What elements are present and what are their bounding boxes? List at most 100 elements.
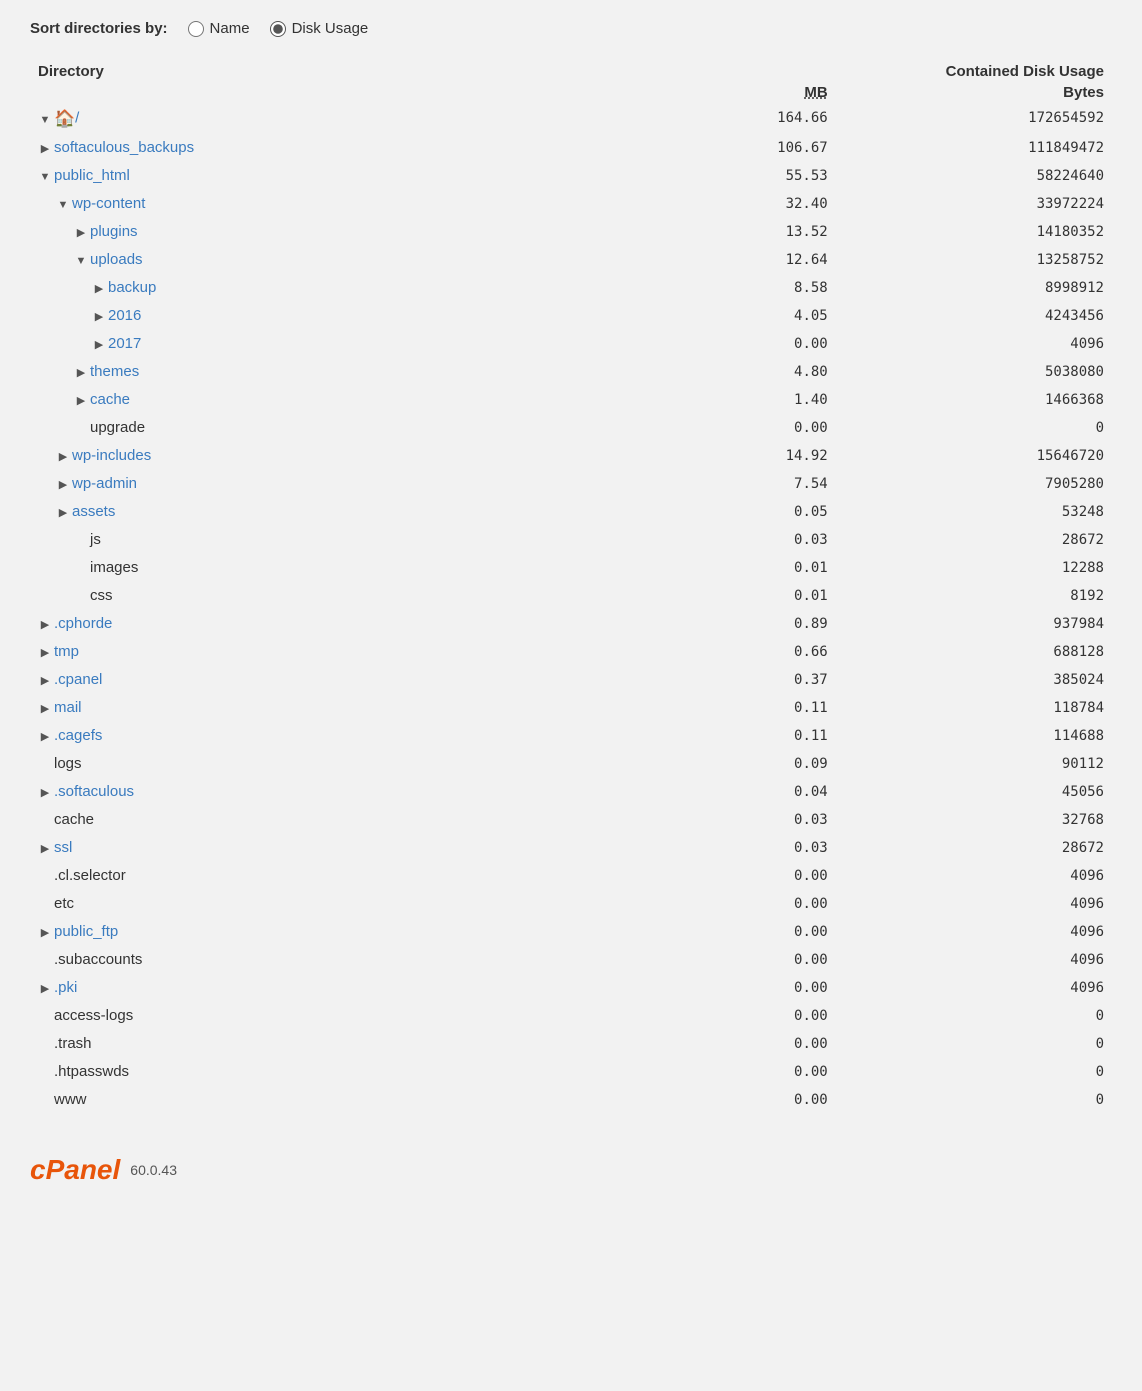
bytes-cell: 14180352 — [836, 218, 1112, 246]
dir-link[interactable]: softaculous_backups — [54, 139, 194, 156]
dir-cell: ▶.cphorde — [30, 610, 629, 638]
expand-right-icon[interactable]: ▶ — [92, 310, 106, 324]
dir-cell: upgrade — [30, 414, 629, 442]
dir-link[interactable]: ssl — [54, 839, 72, 856]
table-row: images0.0112288 — [30, 554, 1112, 582]
expand-right-icon[interactable]: ▶ — [56, 478, 70, 492]
expand-none — [38, 1006, 52, 1020]
dir-name: logs — [54, 755, 82, 772]
dir-link[interactable]: .cphorde — [54, 615, 112, 632]
mb-cell: 106.67 — [629, 134, 836, 162]
dir-link[interactable]: / — [75, 110, 79, 127]
expand-right-icon[interactable]: ▶ — [92, 282, 106, 296]
dir-link[interactable]: tmp — [54, 643, 79, 660]
table-row: ▼uploads12.6413258752 — [30, 246, 1112, 274]
expand-right-icon[interactable]: ▶ — [74, 226, 88, 240]
mb-cell: 0.00 — [629, 862, 836, 890]
dir-cell: ▶plugins — [30, 218, 629, 246]
dir-link[interactable]: backup — [108, 279, 156, 296]
bytes-cell: 0 — [836, 414, 1112, 442]
table-row: ▶tmp0.66688128 — [30, 638, 1112, 666]
dir-name: upgrade — [90, 419, 145, 436]
dir-cell: cache — [30, 806, 629, 834]
table-row: cache0.0332768 — [30, 806, 1112, 834]
bytes-cell: 45056 — [836, 778, 1112, 806]
dir-cell: .htpasswds — [30, 1058, 629, 1086]
dir-cell: ▶.cpanel — [30, 666, 629, 694]
dir-link[interactable]: .softaculous — [54, 783, 134, 800]
dir-link[interactable]: plugins — [90, 223, 138, 240]
table-row: ▶.cpanel0.37385024 — [30, 666, 1112, 694]
mb-cell: 0.00 — [629, 890, 836, 918]
table-row: ▼public_html55.5358224640 — [30, 162, 1112, 190]
expand-right-icon[interactable]: ▶ — [74, 394, 88, 408]
bytes-cell: 8192 — [836, 582, 1112, 610]
expand-down-icon[interactable]: ▼ — [74, 254, 88, 268]
expand-right-icon[interactable]: ▶ — [56, 450, 70, 464]
table-row: upgrade0.000 — [30, 414, 1112, 442]
sort-disk-radio[interactable] — [270, 21, 286, 37]
dir-link[interactable]: mail — [54, 699, 82, 716]
sort-by-disk-option[interactable]: Disk Usage — [270, 20, 369, 37]
mb-cell: 0.03 — [629, 806, 836, 834]
bytes-cell: 172654592 — [836, 103, 1112, 134]
expand-right-icon[interactable]: ▶ — [38, 982, 52, 996]
bytes-cell: 90112 — [836, 750, 1112, 778]
bytes-cell: 58224640 — [836, 162, 1112, 190]
mb-cell: 14.92 — [629, 442, 836, 470]
expand-right-icon[interactable]: ▶ — [92, 338, 106, 352]
table-row: ▶backup8.588998912 — [30, 274, 1112, 302]
expand-right-icon[interactable]: ▶ — [38, 646, 52, 660]
dir-link[interactable]: 2016 — [108, 307, 141, 324]
table-row: ▶.cphorde0.89937984 — [30, 610, 1112, 638]
dir-link[interactable]: cache — [90, 391, 130, 408]
expand-right-icon[interactable]: ▶ — [38, 618, 52, 632]
mb-cell: 0.01 — [629, 582, 836, 610]
bytes-cell: 13258752 — [836, 246, 1112, 274]
dir-cell: access-logs — [30, 1002, 629, 1030]
dir-name: .trash — [54, 1035, 92, 1052]
bytes-cell: 4096 — [836, 946, 1112, 974]
expand-right-icon[interactable]: ▶ — [38, 926, 52, 940]
home-expand[interactable]: ▼ — [38, 113, 52, 127]
bytes-cell: 0 — [836, 1058, 1112, 1086]
dir-link[interactable]: public_html — [54, 167, 130, 184]
expand-right-icon[interactable]: ▶ — [38, 786, 52, 800]
mb-cell: 0.11 — [629, 694, 836, 722]
cpanel-version: 60.0.43 — [130, 1162, 177, 1178]
dir-link[interactable]: .pki — [54, 979, 77, 996]
dir-link[interactable]: public_ftp — [54, 923, 118, 940]
mb-cell: 0.66 — [629, 638, 836, 666]
expand-right-icon[interactable]: ▶ — [38, 702, 52, 716]
table-row: ▶softaculous_backups106.67111849472 — [30, 134, 1112, 162]
expand-right-icon[interactable]: ▶ — [74, 366, 88, 380]
dir-link[interactable]: themes — [90, 363, 139, 380]
expand-down-icon[interactable]: ▼ — [56, 198, 70, 212]
mb-cell: 7.54 — [629, 470, 836, 498]
bytes-cell: 4096 — [836, 974, 1112, 1002]
cpanel-logo: cPanel — [30, 1154, 120, 1186]
dir-name: .cl.selector — [54, 867, 126, 884]
expand-right-icon[interactable]: ▶ — [38, 674, 52, 688]
sort-name-radio[interactable] — [188, 21, 204, 37]
expand-right-icon[interactable]: ▶ — [56, 506, 70, 520]
bytes-cell: 15646720 — [836, 442, 1112, 470]
expand-right-icon[interactable]: ▶ — [38, 842, 52, 856]
expand-right-icon[interactable]: ▶ — [38, 142, 52, 156]
dir-link[interactable]: wp-admin — [72, 475, 137, 492]
dir-link[interactable]: uploads — [90, 251, 143, 268]
dir-link[interactable]: wp-includes — [72, 447, 151, 464]
dir-link[interactable]: assets — [72, 503, 115, 520]
dir-link[interactable]: wp-content — [72, 195, 145, 212]
expand-none — [74, 530, 88, 544]
dir-cell: js — [30, 526, 629, 554]
dir-cell: ▶2017 — [30, 330, 629, 358]
dir-cell: .cl.selector — [30, 862, 629, 890]
dir-link[interactable]: .cpanel — [54, 671, 102, 688]
expand-right-icon[interactable]: ▶ — [38, 730, 52, 744]
dir-link[interactable]: 2017 — [108, 335, 141, 352]
dir-link[interactable]: .cagefs — [54, 727, 102, 744]
expand-down-icon[interactable]: ▼ — [38, 170, 52, 184]
bytes-cell: 4243456 — [836, 302, 1112, 330]
sort-by-name-option[interactable]: Name — [188, 20, 250, 37]
